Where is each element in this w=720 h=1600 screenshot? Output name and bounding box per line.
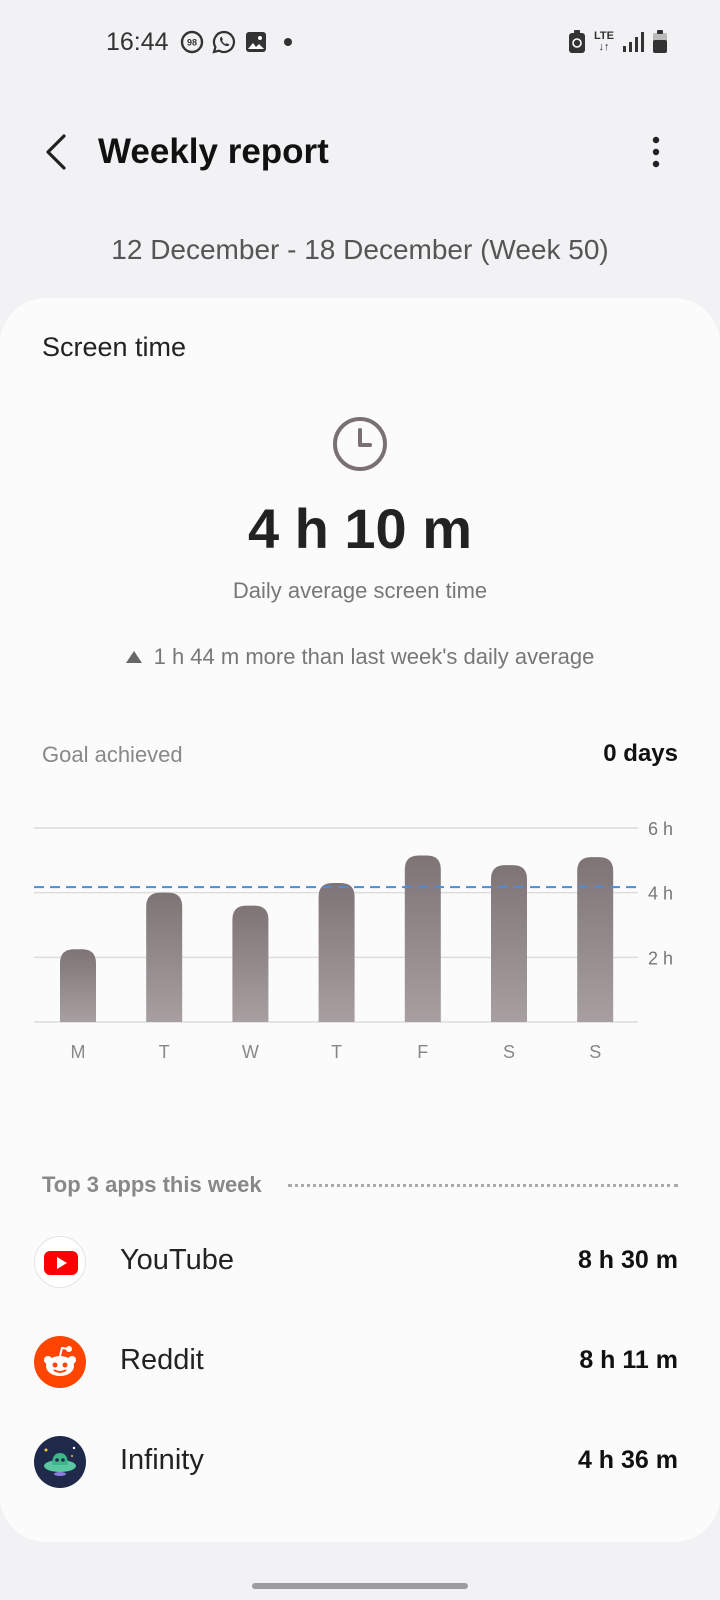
dotted-divider	[288, 1184, 678, 1187]
signal-icon	[623, 32, 644, 52]
gallery-icon	[246, 32, 266, 52]
app-time: 8 h 11 m	[579, 1346, 678, 1374]
chart-bar-3[interactable]	[318, 882, 355, 1022]
x-tick-label: W	[242, 1042, 259, 1062]
home-indicator[interactable]	[252, 1583, 468, 1589]
page-title: Weekly report	[98, 132, 329, 171]
chart-bar-2[interactable]	[232, 905, 269, 1022]
app-time: 8 h 30 m	[577, 1246, 678, 1274]
comparison-text: 1 h 44 m more than last week's daily ave…	[0, 644, 720, 670]
app-row-youtube[interactable]: YouTube 8 h 30 m	[0, 1214, 720, 1314]
daily-average-value: 4 h 10 m	[247, 497, 473, 560]
chevron-left-icon	[46, 134, 66, 170]
chart-bar-4[interactable]	[404, 855, 441, 1022]
app-row-infinity[interactable]: Infinity 4 h 36 m	[0, 1414, 720, 1514]
svg-text:98: 98	[187, 38, 197, 48]
dot-icon	[284, 38, 292, 46]
badge-98-icon: 98	[180, 30, 204, 54]
chart-bar-6[interactable]	[577, 857, 614, 1022]
x-tick-label: M	[71, 1042, 86, 1062]
weekly-usage-chart[interactable]: 6 h 4 h 2 h M T W T F S S	[0, 798, 720, 1098]
youtube-icon	[34, 1236, 86, 1288]
y-tick-label: 6 h	[648, 819, 673, 839]
daily-average-label: Daily average screen time	[232, 578, 488, 603]
date-range[interactable]: 12 December - 18 December (Week 50)	[0, 234, 720, 266]
chart-bar-5[interactable]	[491, 865, 527, 1022]
app-name: YouTube	[120, 1244, 234, 1276]
app-name: Infinity	[120, 1444, 204, 1476]
notification-icons: 98	[180, 30, 300, 54]
x-tick-label: F	[417, 1042, 428, 1062]
reddit-icon	[34, 1336, 86, 1388]
app-bar: Weekly report	[0, 120, 720, 184]
more-vertical-icon	[652, 136, 660, 168]
battery-icon	[653, 30, 667, 53]
app-row-reddit[interactable]: Reddit 8 h 11 m	[0, 1314, 720, 1414]
infinity-icon	[34, 1436, 86, 1488]
app-time: 4 h 36 m	[577, 1446, 678, 1474]
chart-bar-1[interactable]	[146, 892, 183, 1022]
lte-label: LTE	[594, 30, 614, 42]
top-apps-label: Top 3 apps this week	[42, 1172, 262, 1197]
status-bar: 16:44 98 LTE ↓↑	[0, 0, 720, 88]
goal-achieved-label: Goal achieved	[42, 742, 183, 767]
comparison-label: 1 h 44 m more than last week's daily ave…	[153, 644, 595, 669]
more-options-button[interactable]	[636, 130, 676, 174]
y-tick-label: 2 h	[648, 948, 673, 968]
chart-bar-0[interactable]	[60, 949, 96, 1022]
system-icons: LTE ↓↑	[568, 30, 668, 54]
increase-triangle-icon	[125, 651, 142, 663]
screen-time-card: Screen time 4 h 10 m Daily average scree…	[0, 298, 720, 1542]
x-tick-label: T	[331, 1042, 342, 1062]
card-title: Screen time	[42, 332, 187, 362]
battery-saver-icon	[569, 30, 586, 53]
x-tick-label: S	[589, 1042, 601, 1062]
goal-achieved-value: 0 days	[603, 740, 678, 767]
lte-icon: LTE ↓↑	[594, 30, 614, 53]
back-button[interactable]	[36, 130, 76, 174]
whatsapp-icon	[212, 30, 236, 54]
app-name: Reddit	[120, 1344, 204, 1376]
x-tick-label: T	[159, 1042, 170, 1062]
x-tick-label: S	[503, 1042, 515, 1062]
status-time: 16:44	[106, 28, 169, 56]
y-tick-label: 4 h	[648, 884, 673, 904]
clock-icon	[333, 417, 387, 471]
